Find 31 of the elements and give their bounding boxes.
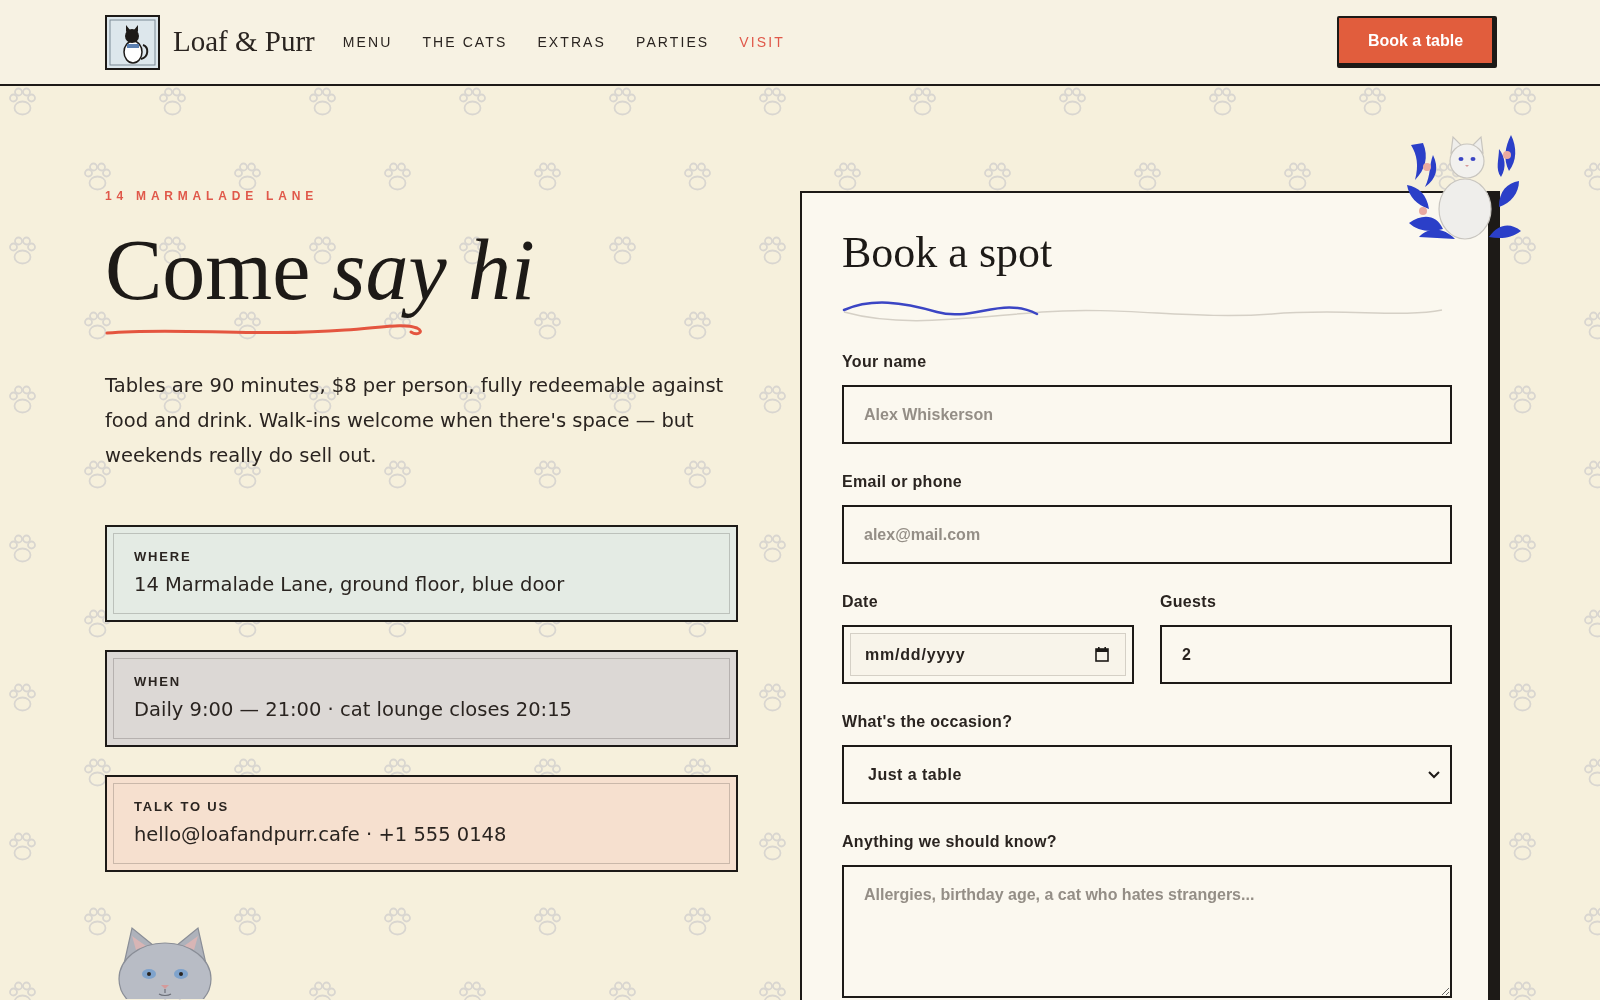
form-title: Book a spot xyxy=(842,227,1053,279)
text-input[interactable]: alex@mail.com xyxy=(842,505,1452,564)
nav-link[interactable]: MENU xyxy=(342,31,393,53)
card-value: Daily 9:00 — 21:00 · cat lounge closes 20:15 xyxy=(134,697,572,723)
card-label: TALK TO US xyxy=(134,799,229,815)
number-input[interactable]: 2 xyxy=(1160,625,1452,684)
cat-logo-icon[interactable] xyxy=(105,14,160,70)
calendar-icon[interactable] xyxy=(1095,647,1109,662)
card-value: 14 Marmalade Lane, ground floor, blue door xyxy=(134,572,565,598)
logo-wordmark[interactable]: Loaf & Purr xyxy=(173,20,315,64)
field-label: Date xyxy=(842,592,878,612)
field-label: What's the occasion? xyxy=(842,712,1013,732)
field-label: Email or phone xyxy=(842,472,963,492)
textarea-field[interactable]: Allergies, birthday age, a cat who hates strangers... xyxy=(842,865,1452,998)
nav-link[interactable]: PARTIES xyxy=(636,31,710,53)
page-heading: Come say hi xyxy=(105,221,536,320)
card-value: hello@loafandpurr.cafe · +1 555 0148 xyxy=(134,822,507,848)
field-label: Guests xyxy=(1160,592,1217,612)
book-table-button[interactable]: Book a table xyxy=(1337,16,1497,68)
chevron-down-icon xyxy=(1428,770,1440,779)
card-label: WHERE xyxy=(134,549,192,565)
field-label: Anything we should know? xyxy=(842,832,1057,852)
card-label: WHEN xyxy=(134,674,181,690)
address-eyebrow: 14 MARMALADE LANE xyxy=(105,189,318,203)
field-label: Your name xyxy=(842,352,927,372)
text-input[interactable]: Alex Whiskerson xyxy=(842,385,1452,444)
intro-paragraph: Tables are 90 minutes, $8 per person, fully redeemable against food and drink. Walk-ins welcome when there's space — but weekends really do sell out. xyxy=(105,373,725,469)
nav-link[interactable]: EXTRAS xyxy=(537,31,606,53)
dropdown-select[interactable]: Just a table xyxy=(842,745,1452,804)
nav-link[interactable]: THE CATS xyxy=(422,31,508,53)
date-input[interactable]: mm/dd/yyyy xyxy=(842,625,1134,684)
